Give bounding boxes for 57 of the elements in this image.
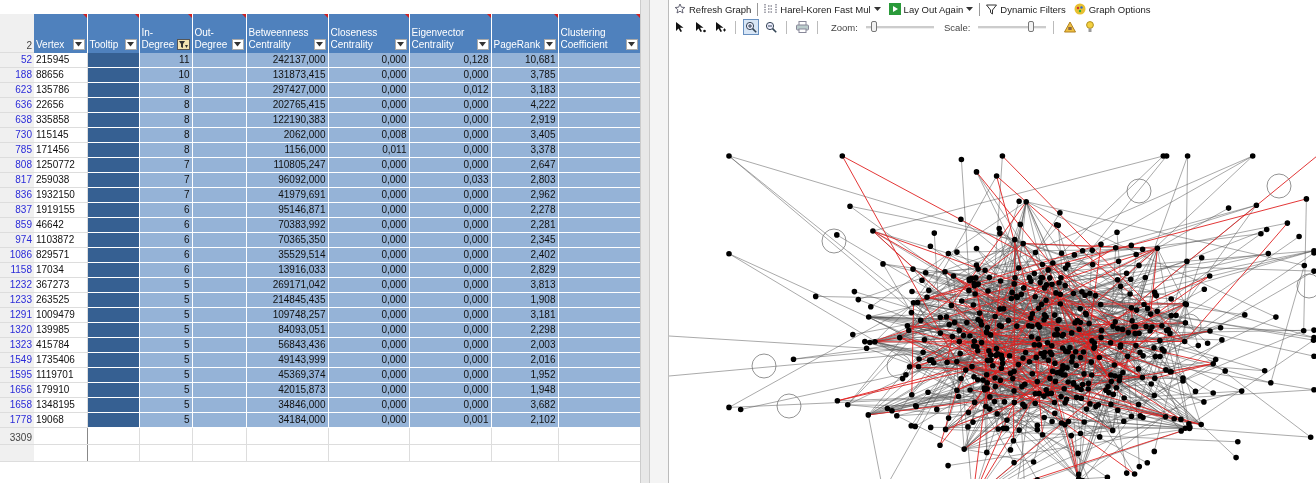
caret-icon — [966, 7, 974, 11]
caret-icon — [397, 41, 404, 47]
column-header-label: Tooltip — [89, 38, 119, 51]
column-header-label: PageRank — [493, 38, 541, 51]
filter-button[interactable] — [476, 38, 489, 50]
zoom-label: Zoom: — [831, 21, 858, 33]
play-icon — [888, 3, 901, 15]
dynamic-filters-button[interactable]: Dynamic Filters — [984, 3, 1068, 15]
filter-button[interactable] — [625, 38, 638, 50]
scale-label: Scale: — [943, 21, 971, 33]
caret-icon — [479, 41, 486, 47]
filter-button[interactable] — [176, 38, 190, 50]
caret-icon — [127, 41, 134, 47]
caret-icon — [873, 7, 881, 11]
filter-button[interactable] — [313, 38, 326, 50]
lay-out-again-button[interactable]: Lay Out Again — [886, 3, 976, 15]
filter-button[interactable] — [231, 38, 244, 50]
scale-slider[interactable] — [978, 20, 1047, 34]
column-header-label: In- Degree — [141, 26, 175, 51]
lightbulb-icon[interactable] — [1086, 21, 1095, 33]
caret-icon — [628, 41, 635, 47]
column-header-label: Closeness Centrality — [330, 26, 378, 51]
filter-button[interactable] — [543, 38, 556, 50]
graph-options-button[interactable]: Graph Options — [1071, 3, 1153, 15]
column-header-label: Clustering Coefficient — [560, 26, 608, 51]
printer-icon — [795, 21, 809, 33]
filter-button[interactable] — [124, 38, 137, 50]
filter-button[interactable] — [394, 38, 407, 50]
pointer-icon — [674, 21, 686, 33]
warning-lock-icon[interactable] — [1064, 21, 1077, 33]
filter-button[interactable] — [72, 38, 85, 50]
zoom-slider[interactable] — [865, 20, 934, 34]
caret-icon — [316, 41, 323, 47]
layout-dropdown[interactable]: Harel-Koren Fast Mul — [762, 3, 883, 15]
pointer-icon — [694, 21, 706, 33]
column-header-label: Out- Degree — [194, 26, 228, 51]
zoom-out-icon — [765, 21, 777, 33]
scrollbar[interactable] — [640, 0, 649, 483]
caret-icon — [75, 41, 82, 47]
splitter-handle[interactable] — [649, 0, 669, 483]
filter-icon — [178, 39, 188, 49]
print-button[interactable] — [794, 19, 810, 35]
tool-button[interactable] — [743, 19, 759, 35]
layout-icon — [764, 3, 778, 15]
zoom-in-icon — [745, 21, 757, 33]
caret-icon — [234, 41, 241, 47]
caret-icon — [546, 41, 553, 47]
pointer-icon — [714, 21, 726, 33]
star-icon — [674, 3, 686, 15]
row-number: 2 — [0, 14, 34, 53]
palette-icon — [1073, 3, 1086, 15]
funnel-icon — [986, 3, 998, 15]
tool-button[interactable] — [763, 19, 779, 35]
column-header-label: Eigenvector Centrality — [411, 26, 465, 51]
column-header-label: Betweenness Centrality — [248, 26, 309, 51]
refresh-graph-button[interactable]: Refresh Graph — [672, 3, 754, 15]
column-header-label: Vertex — [36, 38, 65, 51]
